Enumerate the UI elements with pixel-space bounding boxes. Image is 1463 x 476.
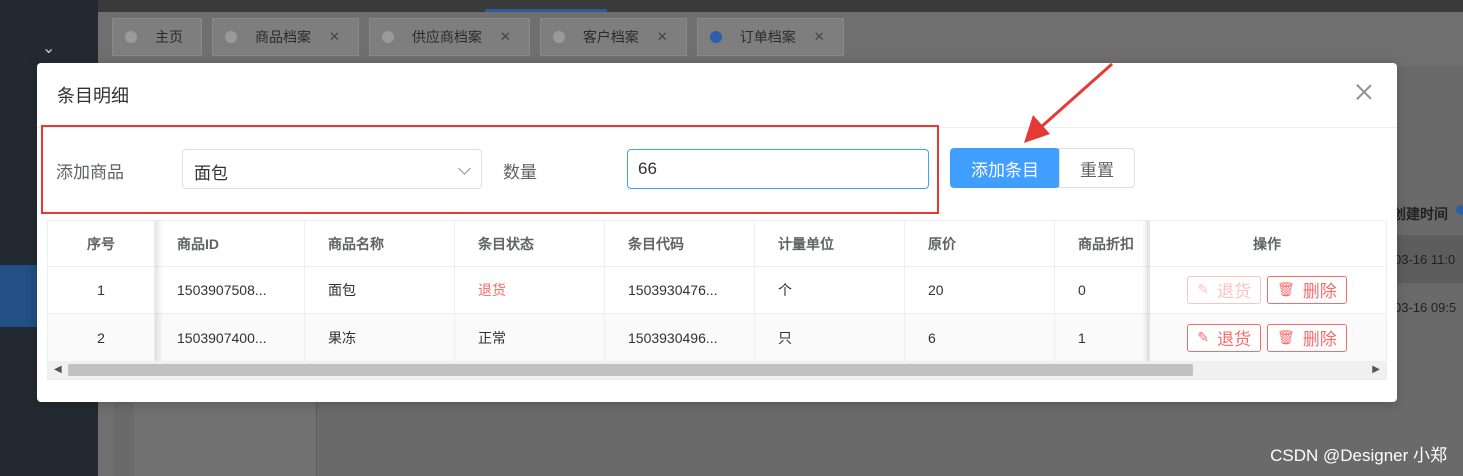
- tab-label: 供应商档案: [411, 29, 482, 45]
- table-cell: 0: [1055, 266, 1148, 313]
- chevron-down-icon[interactable]: ⌄: [42, 38, 55, 58]
- tab-bar: 主页 商品档案 ✕ 供应商档案 ✕ 客户档案 ✕ 订单档案 ✕: [112, 18, 844, 56]
- close-icon[interactable]: ✕: [329, 29, 340, 45]
- background-column: [134, 400, 317, 476]
- table-cell: 1503907508...: [155, 266, 305, 313]
- product-label: 添加商品: [56, 163, 124, 182]
- return-button-label: 退货: [1216, 282, 1251, 301]
- table-cell: 1503930476...: [605, 266, 755, 313]
- close-icon[interactable]: [1353, 81, 1375, 103]
- status-cell: 退货: [455, 266, 605, 313]
- dialog-title: 条目明细: [57, 86, 129, 106]
- table-cell: 面包: [305, 266, 455, 313]
- column-header: 商品折扣: [1055, 221, 1148, 266]
- background-column-header: 创建时间: [1392, 206, 1448, 222]
- return-button[interactable]: ✎ 退货: [1187, 275, 1261, 304]
- edit-icon: ✎: [1197, 329, 1209, 345]
- table-cell: 1503930496...: [605, 314, 755, 361]
- reset-button[interactable]: 重置: [1059, 148, 1135, 188]
- add-item-button[interactable]: 添加条目: [950, 148, 1060, 188]
- sort-icon[interactable]: [1456, 205, 1463, 215]
- tab-dot-icon: [709, 31, 722, 43]
- table-cell: 果冻: [305, 314, 455, 361]
- tab-label: 主页: [155, 29, 183, 45]
- column-header: 操作: [1253, 235, 1281, 252]
- column-header: 商品名称: [305, 221, 455, 266]
- return-button[interactable]: ✎ 退货: [1187, 323, 1261, 352]
- tab-label: 订单档案: [739, 29, 796, 45]
- trash-icon: 🗑: [1276, 329, 1295, 345]
- edit-icon: ✎: [1197, 281, 1209, 297]
- table-row: 2 1503907400... 果冻 正常 1503930496... 只 6 …: [48, 314, 1386, 362]
- column-header: 原价: [905, 221, 1055, 266]
- table-cell: 20: [905, 266, 1055, 313]
- return-button-label: 退货: [1216, 330, 1251, 349]
- quantity-label: 数量: [503, 163, 537, 182]
- column-header: 序号: [48, 221, 155, 266]
- table-cell: 2: [48, 314, 155, 361]
- table-cell: 6: [905, 314, 1055, 361]
- actions-cell: ✎ 退货 🗑 删除: [1148, 314, 1386, 361]
- trash-icon: 🗑: [1276, 281, 1295, 297]
- top-bar: [0, 0, 1463, 12]
- delete-button-label: 删除: [1302, 282, 1337, 301]
- status-cell: 正常: [455, 314, 605, 361]
- scroll-right-icon[interactable]: ▶: [1372, 364, 1380, 375]
- watermark: CSDN @Designer 小郑: [1270, 446, 1447, 465]
- table-header: 序号 商品ID 商品名称 条目状态 条目代码 计量单位 原价 商品折扣 操作: [48, 221, 1386, 267]
- product-select[interactable]: 面包: [182, 149, 482, 189]
- tab-label: 客户档案: [582, 29, 639, 45]
- tab-suppliers[interactable]: 供应商档案 ✕: [368, 18, 530, 56]
- item-detail-dialog: 条目明细 添加商品 面包 数量 添加条目 重置 序号 商品ID 商品名称 条目状…: [37, 63, 1397, 402]
- background-cell: 03-16 09:5: [1394, 300, 1457, 315]
- table-cell: 只: [755, 314, 905, 361]
- product-select-value: 面包: [194, 164, 228, 183]
- column-header: 商品ID: [155, 221, 305, 266]
- table-cell: 1: [1055, 314, 1148, 361]
- tab-dot-icon: [381, 31, 394, 43]
- actions-cell: ✎ 退货 🗑 删除: [1148, 266, 1386, 313]
- table-cell: 1: [48, 266, 155, 313]
- scroll-left-icon[interactable]: ◀: [54, 364, 62, 375]
- tab-label: 商品档案: [255, 29, 311, 45]
- scrollbar-thumb[interactable]: [68, 364, 1193, 376]
- delete-button[interactable]: 🗑 删除: [1266, 323, 1347, 352]
- tab-customers[interactable]: 客户档案 ✕: [539, 18, 687, 56]
- horizontal-scrollbar[interactable]: ◀ ▶: [48, 361, 1386, 379]
- quantity-input[interactable]: [627, 149, 929, 189]
- items-table: 序号 商品ID 商品名称 条目状态 条目代码 计量单位 原价 商品折扣 操作 1…: [47, 220, 1387, 380]
- close-icon[interactable]: ✕: [500, 29, 511, 45]
- close-icon[interactable]: ✕: [814, 29, 825, 45]
- tab-dot-icon: [225, 31, 237, 43]
- table-cell: 1503907400...: [155, 314, 305, 361]
- tab-products[interactable]: 商品档案 ✕: [212, 18, 359, 56]
- table-cell: 个: [755, 266, 905, 313]
- background-cell: 03-16 11:0: [1394, 252, 1456, 267]
- column-header: 条目代码: [605, 221, 755, 266]
- delete-button[interactable]: 🗑 删除: [1266, 275, 1347, 304]
- close-icon[interactable]: ✕: [657, 29, 668, 45]
- tab-dot-icon: [125, 31, 137, 43]
- delete-button-label: 删除: [1302, 330, 1337, 349]
- tab-orders[interactable]: 订单档案 ✕: [696, 18, 844, 56]
- chevron-down-icon: [458, 162, 471, 175]
- column-header: 计量单位: [755, 221, 905, 266]
- tab-dot-icon: [552, 31, 565, 43]
- tab-home[interactable]: 主页: [112, 18, 202, 56]
- table-row: 1 1503907508... 面包 退货 1503930476... 个 20…: [48, 266, 1386, 314]
- column-header: 条目状态: [455, 221, 605, 266]
